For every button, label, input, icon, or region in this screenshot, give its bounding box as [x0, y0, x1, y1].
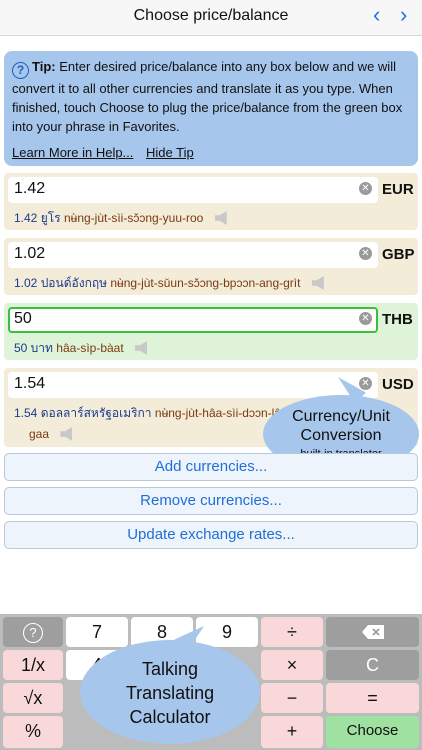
phrase-transliteration: nʉ̀ng-jùt-sǔun-sɔ̌ɔng-bpɔɔn-ang-grìt — [110, 276, 301, 290]
callout-line-2: Translating — [125, 683, 215, 703]
phrase-continuation: gaa — [29, 427, 50, 441]
help-key[interactable]: ? — [3, 617, 63, 647]
amount-input-usd[interactable]: 1.54 — [8, 372, 378, 398]
translation-phrase: 1.02 ปอนด์อังกฤษ nʉ̀ng-jùt-sǔun-sɔ̌ɔng-b… — [14, 274, 324, 293]
callout-title-2: Conversion — [300, 427, 382, 444]
update-rates-button[interactable]: Update exchange rates... — [4, 521, 418, 549]
translation-line2: gaa — [29, 427, 73, 441]
choose-button[interactable]: Choose — [326, 716, 419, 748]
tip-label: Tip: — [32, 59, 56, 74]
phrase-native: 50 บาท — [14, 341, 53, 355]
add-currencies-button[interactable]: Add currencies... — [4, 453, 418, 481]
percent-key[interactable]: % — [3, 716, 63, 748]
callout-line-1: Talking — [141, 659, 199, 679]
clear-icon[interactable]: ✕ — [359, 377, 372, 390]
speaker-icon[interactable] — [60, 427, 73, 441]
divide-key[interactable]: ÷ — [261, 617, 323, 647]
translation-phrase: 1.54 ดอลลาร์สหรัฐอเมริกา nʉ̀ng-jùt-hâa-s… — [14, 404, 298, 423]
reciprocal-key[interactable]: 1/x — [3, 650, 63, 680]
amount-input-gbp[interactable]: 1.02 — [8, 242, 378, 268]
help-circle-icon: ? — [23, 623, 43, 643]
chevron-right-icon[interactable]: › — [400, 3, 407, 27]
speaker-icon[interactable] — [214, 211, 227, 225]
callout-title-1: Currency/Unit — [292, 408, 390, 425]
translation-phrase: 50 บาท hâa-sìp-bàat — [14, 339, 148, 358]
speaker-icon[interactable] — [135, 341, 148, 355]
help-circle-icon: ? — [12, 62, 29, 79]
plus-key[interactable]: + — [261, 716, 323, 748]
phrase-native: 1.02 ปอนด์อังกฤษ — [14, 276, 108, 290]
speaker-icon[interactable] — [311, 276, 324, 290]
clear-icon[interactable]: ✕ — [359, 247, 372, 260]
phrase-native: 1.54 ดอลลาร์สหรัฐอเมริกา — [14, 406, 152, 420]
learn-more-link[interactable]: Learn More in Help... — [12, 145, 133, 160]
tip-text: Enter desired price/balance into any box… — [12, 59, 403, 134]
phrase-transliteration: nʉ̀ng-jùt-sìi-sɔ̌ɔng-yuu-roo — [63, 211, 204, 225]
currency-code: GBP — [382, 246, 415, 263]
page-title: Choose price/balance — [133, 7, 289, 24]
clear-key[interactable]: C — [326, 650, 419, 680]
translation-phrase: 1.42 ยูโร nʉ̀ng-jùt-sìi-sɔ̌ɔng-yuu-roo — [14, 209, 227, 228]
tip-panel: ? Tip: Enter desired price/balance into a… — [4, 51, 418, 166]
nav-bar: Choose price/balance ‹ › — [0, 0, 422, 36]
currency-code: THB — [382, 311, 413, 328]
amount-input-eur[interactable]: 1.42 — [8, 177, 378, 203]
remove-currencies-button[interactable]: Remove currencies... — [4, 487, 418, 515]
hide-tip-link[interactable]: Hide Tip — [146, 145, 194, 160]
sqrt-key[interactable]: √x — [3, 683, 63, 713]
calculator-callout: Talking Translating Calculator — [80, 626, 260, 744]
chevron-left-icon[interactable]: ‹ — [373, 3, 380, 27]
clear-icon[interactable]: ✕ — [359, 182, 372, 195]
currency-row-eur: 1.42 ✕ EUR 1.42 ยูโร nʉ̀ng-jùt-sìi-sɔ̌ɔn… — [4, 173, 418, 230]
callout-line-3: Calculator — [129, 707, 211, 727]
phrase-native: 1.42 ยูโร — [14, 211, 61, 225]
multiply-key[interactable]: × — [261, 650, 323, 680]
backspace-icon — [361, 625, 384, 639]
equals-key[interactable]: = — [326, 683, 419, 713]
currency-code: EUR — [382, 181, 414, 198]
tip-links: Learn More in Help... Hide Tip — [12, 143, 203, 162]
currency-row-gbp: 1.02 ✕ GBP 1.02 ปอนด์อังกฤษ nʉ̀ng-jùt-sǔ… — [4, 238, 418, 295]
currency-code: USD — [382, 376, 414, 393]
key-7[interactable]: 7 — [66, 617, 128, 647]
minus-key[interactable]: − — [261, 683, 323, 713]
currency-row-thb: 50 ✕ THB 50 บาท hâa-sìp-bàat — [4, 303, 418, 360]
backspace-key[interactable] — [326, 617, 419, 647]
key-9[interactable]: 9 — [196, 617, 258, 647]
phrase-transliteration: hâa-sìp-bàat — [56, 341, 124, 355]
amount-input-thb[interactable]: 50 — [8, 307, 378, 333]
clear-icon[interactable]: ✕ — [359, 312, 372, 325]
